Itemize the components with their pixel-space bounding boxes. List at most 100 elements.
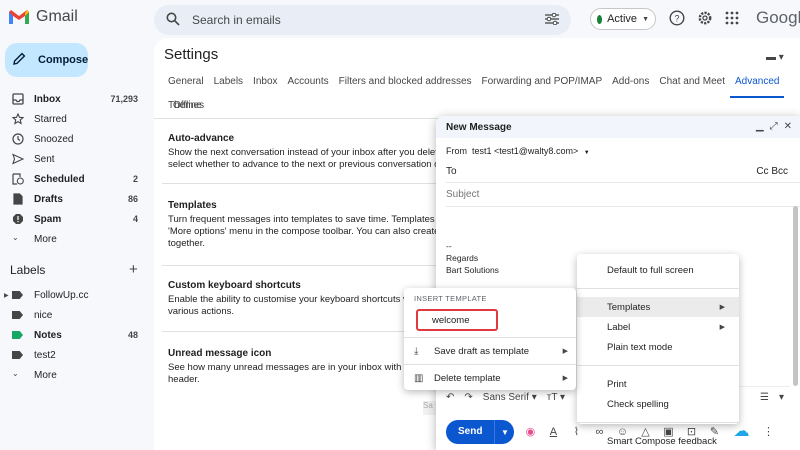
indent-icon[interactable]: ☰	[760, 392, 769, 403]
keyboard-icon[interactable]: ▬ ▾	[766, 52, 784, 63]
label-item-notes[interactable]: Notes 48	[0, 325, 150, 345]
more-formatting-icon[interactable]: ▾	[779, 392, 784, 403]
menu-item-label-submenu[interactable]: Label ▶	[577, 317, 739, 337]
search-options-icon[interactable]	[545, 12, 559, 28]
tab-labels[interactable]: Labels	[209, 74, 248, 98]
tab-filters[interactable]: Filters and blocked addresses	[334, 74, 477, 98]
compose-button[interactable]: Compose	[5, 43, 88, 77]
submenu-arrow-icon: ▶	[562, 375, 568, 382]
sidebar-item-label: Spam	[34, 213, 62, 225]
sidebar-item-drafts[interactable]: Drafts 86	[0, 189, 150, 209]
sidebar-item-label: Snoozed	[34, 133, 74, 145]
gmail-logo[interactable]: Gmail	[8, 8, 78, 26]
label-item-more[interactable]: ⌄ More	[0, 365, 150, 385]
label-name: Notes	[34, 329, 62, 341]
color-icon[interactable]: ◉	[523, 425, 537, 439]
search-bar[interactable]	[154, 5, 571, 35]
help-icon[interactable]: ?	[669, 10, 687, 28]
tab-addons[interactable]: Add-ons	[607, 74, 654, 98]
gmail-m-icon	[8, 9, 30, 25]
search-input[interactable]	[192, 13, 545, 27]
menu-item-full-screen[interactable]: Default to full screen	[577, 260, 739, 280]
star-icon	[11, 112, 25, 125]
tab-accounts[interactable]: Accounts	[283, 74, 334, 98]
tab-inbox[interactable]: Inbox	[248, 74, 282, 98]
gear-icon[interactable]	[697, 10, 715, 28]
settings-tabs: General Labels Inbox Accounts Filters an…	[168, 74, 793, 122]
tab-forwarding[interactable]: Forwarding and POP/IMAP	[477, 74, 608, 98]
submenu-arrow-icon: ▶	[562, 348, 568, 355]
menu-item-label: Print	[607, 378, 627, 390]
text-size-icon[interactable]: тT ▾	[547, 392, 565, 403]
signature-block[interactable]: -- Regards Bart Solutions	[446, 240, 499, 276]
close-icon[interactable]: ✕	[784, 121, 792, 132]
subject-field[interactable]: Subject	[446, 189, 479, 200]
from-field[interactable]: From test1 <test1@walty8.com> ▼	[446, 146, 590, 156]
save-draft-as-template[interactable]: ⤓ Save draft as template ▶	[404, 340, 576, 362]
fullscreen-icon[interactable]: ⤢	[770, 121, 778, 132]
from-value: test1 <test1@walty8.com>	[472, 146, 579, 156]
menu-item-label: Smart Compose feedback	[607, 435, 717, 447]
search-icon[interactable]	[166, 12, 180, 29]
sidebar-item-more[interactable]: ⌄ More	[0, 229, 150, 249]
save-changes-button[interactable]: Sa	[423, 401, 437, 415]
status-label: Active	[607, 13, 638, 25]
redo-icon[interactable]: ↷	[464, 392, 472, 403]
sidebar-item-starred[interactable]: Starred	[0, 109, 150, 129]
tab-general[interactable]: General	[168, 74, 209, 98]
sidebar-item-sent[interactable]: Sent	[0, 149, 150, 169]
sidebar-item-scheduled[interactable]: Scheduled 2	[0, 169, 150, 189]
inbox-icon	[12, 93, 24, 105]
tab-chat-meet[interactable]: Chat and Meet	[654, 74, 730, 98]
menu-item-label: Check spelling	[607, 398, 669, 410]
status-dropdown[interactable]: Active ▼	[590, 8, 656, 30]
menu-item-label: Delete template	[434, 372, 501, 384]
spam-count: 4	[132, 214, 138, 224]
menu-divider	[404, 337, 576, 338]
sidebar-item-label: Inbox	[34, 93, 61, 105]
undo-icon[interactable]: ↶	[446, 392, 454, 403]
schedule-send-dropdown[interactable]: ▼	[494, 420, 514, 444]
minimize-icon[interactable]: ▁	[756, 121, 764, 132]
sidebar-item-snoozed[interactable]: Snoozed	[0, 129, 150, 149]
more-options-icon[interactable]: ⋮	[761, 425, 775, 439]
label-item-followup[interactable]: ▶ FollowUp.cc	[0, 285, 150, 305]
sidebar-item-inbox[interactable]: Inbox 71,293	[0, 89, 150, 109]
menu-item-label: Templates	[607, 301, 651, 313]
window-controls: ▁ ⤢ ✕	[756, 121, 792, 132]
google-account-logo[interactable]: Google	[756, 8, 800, 28]
insert-template-heading: INSERT TEMPLATE	[414, 294, 487, 303]
sidebar-item-label: Starred	[34, 113, 67, 125]
tab-themes[interactable]: Themes	[168, 100, 204, 111]
save-download-icon: ⤓	[414, 345, 419, 357]
template-welcome[interactable]: welcome	[416, 309, 498, 331]
font-select[interactable]: Sans Serif ▾	[483, 392, 537, 403]
svg-text:?: ?	[674, 14, 679, 24]
sidebar-item-spam[interactable]: Spam 4	[0, 209, 150, 229]
menu-item-check-spelling[interactable]: Check spelling	[577, 394, 739, 414]
send-button[interactable]: Send	[446, 420, 494, 444]
clock-icon	[12, 133, 24, 145]
compose-title: New Message	[436, 116, 800, 138]
label-item-nice[interactable]: nice	[0, 305, 150, 325]
add-label-icon[interactable]: +	[129, 261, 138, 278]
formatting-options-icon[interactable]: A	[546, 425, 560, 439]
expand-arrow-icon[interactable]: ▶	[4, 292, 9, 299]
section-title: Templates	[168, 200, 217, 211]
delete-template[interactable]: ▥ Delete template ▶	[404, 367, 576, 389]
to-field[interactable]: To	[446, 166, 457, 177]
send-icon	[12, 153, 25, 165]
label-item-test2[interactable]: test2	[0, 345, 150, 365]
scrollbar[interactable]	[793, 206, 798, 386]
submenu-arrow-icon: ▶	[719, 324, 725, 331]
menu-item-templates[interactable]: Templates ▶	[577, 297, 739, 317]
tab-advanced[interactable]: Advanced	[729, 74, 785, 98]
menu-item-plain-text[interactable]: Plain text mode	[577, 337, 739, 357]
apps-grid-icon[interactable]	[725, 10, 743, 28]
scheduled-count: 2	[132, 174, 138, 184]
cc-bcc-link[interactable]: Cc Bcc	[756, 166, 788, 177]
section-divider	[162, 183, 442, 184]
menu-item-smart-compose-feedback[interactable]: Smart Compose feedback	[577, 431, 739, 450]
menu-item-print[interactable]: Print	[577, 374, 739, 394]
field-divider	[446, 182, 800, 183]
